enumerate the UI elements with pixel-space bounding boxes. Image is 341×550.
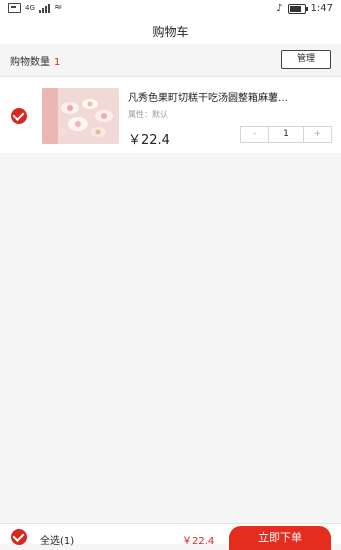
select-all-label[interactable]: 全选(1)	[40, 532, 74, 547]
cart-count-value: 1	[54, 57, 61, 68]
status-time: 1:47	[310, 3, 333, 14]
check-icon	[12, 529, 25, 543]
cart-count-text: 购物数量	[10, 57, 50, 68]
battery-icon	[287, 3, 308, 14]
status-right: ♪ 1:47	[276, 3, 333, 14]
status-left: 4G ≈	[8, 3, 62, 13]
battery-level	[289, 5, 301, 12]
cart-count-bar: 购物数量 1 管理	[0, 44, 341, 77]
decrease-quantity-button[interactable]: -	[241, 127, 268, 142]
product-price: ￥22.4	[128, 133, 170, 148]
message-icon	[8, 3, 21, 13]
manage-button[interactable]: 管理	[281, 50, 331, 69]
cart-item: 凡秀色果町切糕干吃汤圆整箱麻薯… 属性：默认 ￥22.4 - 1 +	[0, 77, 341, 153]
increase-quantity-button[interactable]: +	[304, 127, 331, 142]
mute-icon: ♪	[276, 3, 283, 14]
product-title[interactable]: 凡秀色果町切糕干吃汤圆整箱麻薯…	[128, 89, 328, 104]
product-photo-illustration	[42, 88, 119, 144]
place-order-button[interactable]: 立即下单	[229, 526, 331, 550]
signal-icon	[38, 3, 50, 13]
quantity-stepper: - 1 +	[240, 126, 332, 143]
item-checkbox[interactable]	[11, 108, 27, 124]
check-icon	[12, 108, 25, 122]
total-price: ￥22.4	[182, 536, 215, 547]
network-type: 4G	[25, 4, 35, 12]
page-title: 购物车	[152, 25, 189, 39]
navigation-bar: 购物车	[0, 20, 341, 44]
cart-count-label: 购物数量 1	[10, 53, 60, 68]
status-bar: 4G ≈ ♪ 1:47	[0, 0, 341, 20]
wifi-icon: ≈	[53, 2, 63, 13]
product-image[interactable]	[42, 88, 119, 144]
checkout-bar: 全选(1) ￥22.4 立即下单	[0, 523, 341, 550]
product-attribute: 属性：默认	[128, 110, 168, 119]
quantity-input[interactable]: 1	[268, 127, 304, 142]
